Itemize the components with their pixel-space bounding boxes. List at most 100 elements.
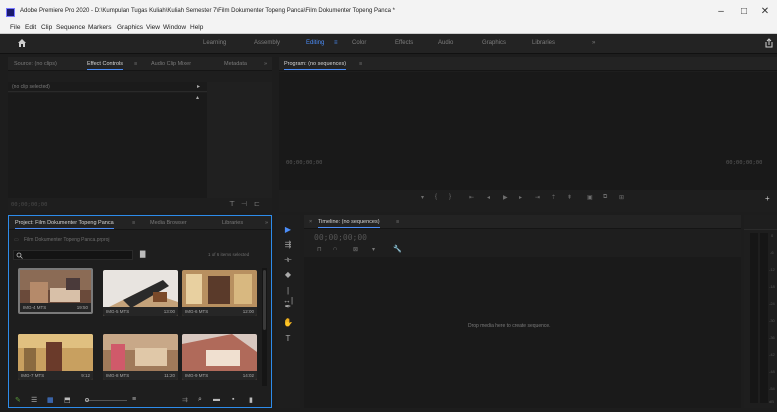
tab-source[interactable]: Source: (no clips): [14, 61, 57, 67]
wrench-icon[interactable]: 🔧: [393, 245, 402, 253]
clip-thumbnail[interactable]: IMG-7 MTS 9:12: [18, 334, 93, 380]
timeline-track-area[interactable]: Drop media here to create sequence.: [304, 257, 741, 408]
workspace-editing[interactable]: Editing: [306, 40, 324, 46]
play-icon[interactable]: ▶: [503, 194, 508, 201]
timeline-tabbar: × Timeline: (no sequences) ≡: [304, 215, 741, 229]
add-marker-timeline-icon[interactable]: ▾: [372, 246, 375, 253]
menu-edit[interactable]: Edit: [25, 24, 36, 31]
effect-controls-body: ▴: [8, 93, 207, 198]
filter-icon[interactable]: ⊤: [229, 200, 235, 208]
effect-controls-timecode[interactable]: 00;00;00;00: [11, 202, 47, 208]
nest-icon[interactable]: ⊓: [317, 246, 322, 253]
clip-thumbnail[interactable]: IMG-6 MTS 12:00: [182, 270, 257, 316]
find-icon[interactable]: ⌕: [198, 396, 202, 404]
mark-in-icon[interactable]: {: [435, 194, 437, 200]
compare-view-icon[interactable]: ⧉: [603, 194, 607, 201]
program-menu-icon[interactable]: ≡: [359, 61, 362, 67]
pen-tool-icon[interactable]: ✒: [283, 302, 293, 312]
tab-libraries[interactable]: Libraries: [222, 220, 243, 226]
workspace-editing-menu-icon[interactable]: ≡: [334, 40, 338, 46]
tab-program[interactable]: Program: (no sequences): [284, 61, 347, 70]
tab-media-browser[interactable]: Media Browser: [150, 220, 187, 226]
workspace-color[interactable]: Color: [352, 40, 366, 46]
close-button[interactable]: ✕: [755, 6, 775, 17]
panel-overflow-icon[interactable]: »: [264, 61, 267, 67]
workspace-graphics[interactable]: Graphics: [482, 40, 506, 46]
ripple-edit-tool-icon[interactable]: ⟛: [283, 255, 293, 265]
menu-view[interactable]: View: [146, 24, 160, 31]
automate-to-sequence-icon[interactable]: ⇉: [182, 396, 188, 404]
add-button[interactable]: +: [765, 194, 770, 203]
project-menu-icon[interactable]: ≡: [132, 220, 135, 226]
export-frame-icon[interactable]: ⊏: [254, 200, 260, 208]
tab-effect-controls-menu-icon[interactable]: ≡: [134, 61, 137, 67]
project-scrollbar[interactable]: [262, 268, 267, 386]
timeline-close-icon[interactable]: ×: [309, 219, 312, 225]
program-timecode-left[interactable]: 00;00;00;00: [286, 160, 322, 166]
menu-graphics[interactable]: Graphics: [117, 24, 143, 31]
new-item-icon[interactable]: ▪: [232, 396, 234, 403]
zoom-slider[interactable]: [85, 398, 127, 402]
maximize-button[interactable]: □: [734, 6, 754, 17]
list-view-icon[interactable]: ☰: [31, 396, 37, 404]
clip-thumbnail[interactable]: IMG-8 MTS 11:20: [103, 334, 178, 380]
menu-clip[interactable]: Clip: [41, 24, 52, 31]
menu-sequence[interactable]: Sequence: [56, 24, 85, 31]
go-to-in-icon[interactable]: ⇤: [469, 194, 474, 201]
workspace-assembly[interactable]: Assembly: [254, 40, 280, 46]
project-scrollbar-thumb[interactable]: [263, 270, 266, 330]
workspace-overflow-icon[interactable]: »: [592, 40, 595, 46]
snap-icon[interactable]: ∩: [333, 246, 337, 252]
expand-arrow-icon[interactable]: ▸: [197, 83, 200, 90]
tab-audio-clip-mixer[interactable]: Audio Clip Mixer: [151, 61, 191, 67]
add-marker-icon[interactable]: ▾: [421, 194, 424, 201]
search-input[interactable]: [13, 250, 133, 260]
menu-file[interactable]: File: [10, 24, 20, 31]
sort-icons-icon[interactable]: ≡: [132, 396, 136, 403]
freeform-view-icon[interactable]: ⬒: [64, 396, 71, 404]
menu-help[interactable]: Help: [190, 24, 203, 31]
menu-window[interactable]: Window: [163, 24, 186, 31]
step-back-icon[interactable]: ◂: [487, 194, 490, 201]
write-protect-icon[interactable]: ✎: [15, 396, 21, 404]
step-icon[interactable]: ⊣: [241, 200, 247, 208]
new-bin-bottom-icon[interactable]: ▬: [213, 396, 220, 403]
clip-thumbnail[interactable]: IMG-9 MTS 14:02: [182, 334, 257, 380]
trash-icon[interactable]: ▮: [249, 396, 253, 404]
clip-thumbnail[interactable]: IMG-5 MTS 13:00: [103, 270, 178, 316]
mark-out-icon[interactable]: }: [449, 194, 451, 200]
extract-icon[interactable]: ⇞: [567, 194, 572, 201]
workspace-learning[interactable]: Learning: [203, 40, 226, 46]
export-frame-button-icon[interactable]: ▣: [587, 194, 593, 201]
collapse-arrow-icon[interactable]: ▴: [196, 94, 199, 101]
zoom-slider-handle[interactable]: [85, 398, 89, 402]
workspace-libraries[interactable]: Libraries: [532, 40, 555, 46]
slip-tool-icon[interactable]: |↔|: [283, 286, 293, 305]
lift-icon[interactable]: ⇡: [551, 194, 556, 201]
linked-selection-icon[interactable]: ⊠: [353, 246, 358, 253]
type-tool-icon[interactable]: T: [283, 334, 293, 344]
selection-tool-icon[interactable]: ▶: [283, 225, 293, 235]
minimize-button[interactable]: –: [711, 6, 731, 17]
go-to-out-icon[interactable]: ⇥: [535, 194, 540, 201]
timeline-timecode[interactable]: 00;00;00;00: [314, 233, 367, 242]
new-bin-icon[interactable]: ▇: [140, 250, 145, 258]
tab-timeline[interactable]: Timeline: (no sequences): [318, 219, 380, 228]
menu-markers[interactable]: Markers: [88, 24, 111, 31]
button-editor-icon[interactable]: ⊞: [619, 194, 624, 201]
icon-view-icon[interactable]: ▦: [47, 396, 54, 404]
project-overflow-icon[interactable]: »: [265, 220, 268, 226]
step-forward-icon[interactable]: ▸: [519, 194, 522, 201]
tab-effect-controls[interactable]: Effect Controls: [87, 61, 123, 70]
track-select-tool-icon[interactable]: ⇶: [283, 240, 293, 250]
hand-tool-icon[interactable]: ✋: [283, 318, 293, 328]
timeline-menu-icon[interactable]: ≡: [396, 219, 399, 225]
workspace-effects[interactable]: Effects: [395, 40, 413, 46]
razor-tool-icon[interactable]: ◆: [283, 270, 293, 280]
clip-thumbnail[interactable]: IMG-4 MTS 19:50: [18, 268, 93, 314]
tab-project[interactable]: Project: Film Dokumenter Topeng Panca: [15, 220, 114, 229]
tab-metadata[interactable]: Metadata: [224, 61, 247, 67]
share-icon[interactable]: [764, 38, 774, 48]
workspace-audio[interactable]: Audio: [438, 40, 453, 46]
home-icon[interactable]: [17, 38, 27, 48]
